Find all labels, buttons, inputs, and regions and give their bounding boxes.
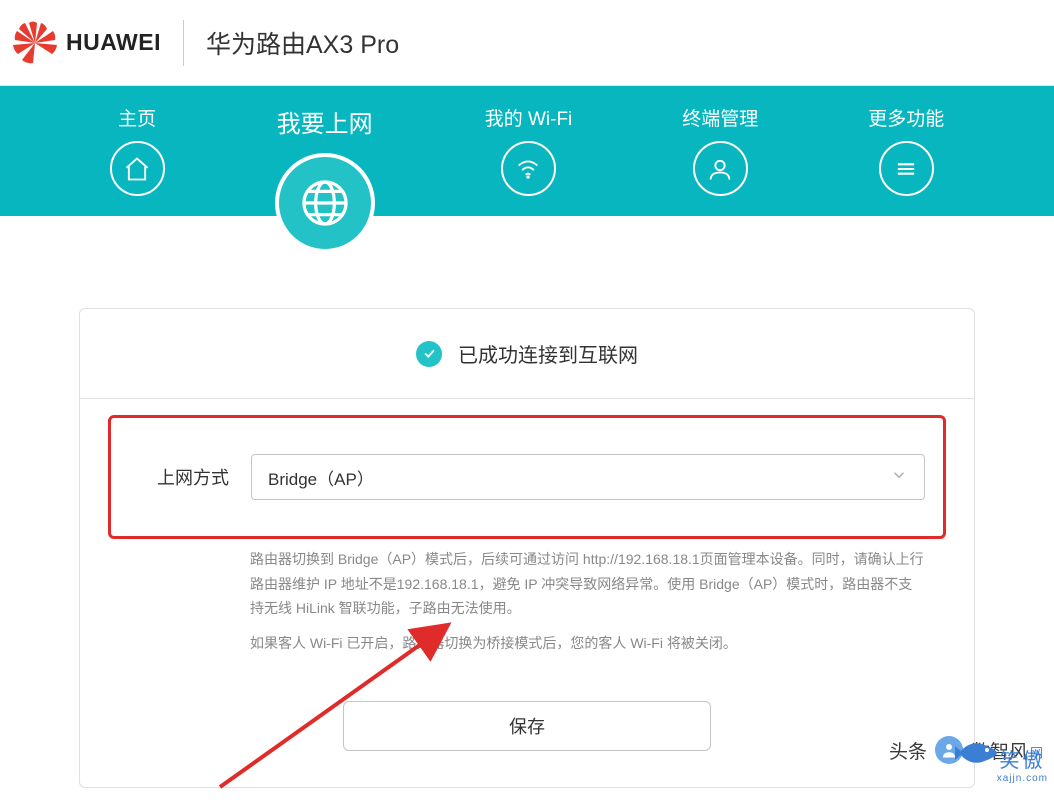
help-paragraph-2: 如果客人 Wi-Fi 已开启，路由器切换为桥接模式后，您的客人 Wi-Fi 将被… (250, 631, 926, 656)
watermark-url: xajjn.com (997, 773, 1048, 784)
nav-more[interactable]: 更多功能 (868, 104, 944, 196)
fish-icon (953, 736, 999, 770)
menu-icon (879, 141, 934, 196)
chevron-down-icon (890, 466, 908, 489)
mode-value: Bridge（AP） (268, 465, 374, 490)
content-area: 已成功连接到互联网 上网方式 Bridge（AP） 路由器切换到 Bridge（… (0, 216, 1054, 788)
nav-wifi-label: 我的 Wi-Fi (485, 104, 573, 131)
device-name: 华为路由AX3 Pro (206, 25, 399, 61)
brand-text: HUAWEI (66, 29, 161, 56)
globe-icon (275, 153, 375, 253)
user-icon (693, 141, 748, 196)
nav-home-label: 主页 (118, 104, 156, 131)
nav-home[interactable]: 主页 (110, 104, 165, 196)
brand: HUAWEI (12, 20, 161, 66)
nav-devices[interactable]: 终端管理 (682, 104, 758, 196)
watermark-side: 网 (1026, 746, 1045, 759)
nav-internet-label: 我要上网 (277, 104, 373, 139)
nav-more-label: 更多功能 (868, 104, 944, 131)
watermark-site: 笑傲 xajjn.com 网 (997, 744, 1048, 784)
huawei-logo-icon (12, 20, 58, 66)
nav-devices-label: 终端管理 (682, 104, 758, 131)
help-text: 路由器切换到 Bridge（AP）模式后，后续可通过访问 http://192.… (250, 547, 926, 655)
home-icon (110, 141, 165, 196)
check-icon (416, 341, 442, 367)
main-nav: 主页 我要上网 我的 Wi-Fi 终端管理 更多功能 (0, 86, 1054, 216)
watermark-prefix: 头条 (889, 737, 927, 764)
wifi-icon (501, 141, 556, 196)
form-area: 上网方式 Bridge（AP） 路由器切换到 Bridge（AP）模式后，后续可… (80, 399, 974, 787)
settings-card: 已成功连接到互联网 上网方式 Bridge（AP） 路由器切换到 Bridge（… (79, 308, 975, 788)
mode-label: 上网方式 (129, 464, 229, 490)
header-divider (183, 20, 184, 66)
nav-wifi[interactable]: 我的 Wi-Fi (485, 104, 573, 196)
help-paragraph-1: 路由器切换到 Bridge（AP）模式后，后续可通过访问 http://192.… (250, 547, 926, 621)
status-text: 已成功连接到互联网 (458, 339, 638, 368)
connection-status: 已成功连接到互联网 (80, 309, 974, 399)
header-bar: HUAWEI 华为路由AX3 Pro (0, 0, 1054, 86)
highlighted-field: 上网方式 Bridge（AP） (108, 415, 946, 539)
nav-internet[interactable]: 我要上网 (275, 104, 375, 253)
save-button[interactable]: 保存 (343, 701, 711, 751)
mode-select[interactable]: Bridge（AP） (251, 454, 925, 500)
